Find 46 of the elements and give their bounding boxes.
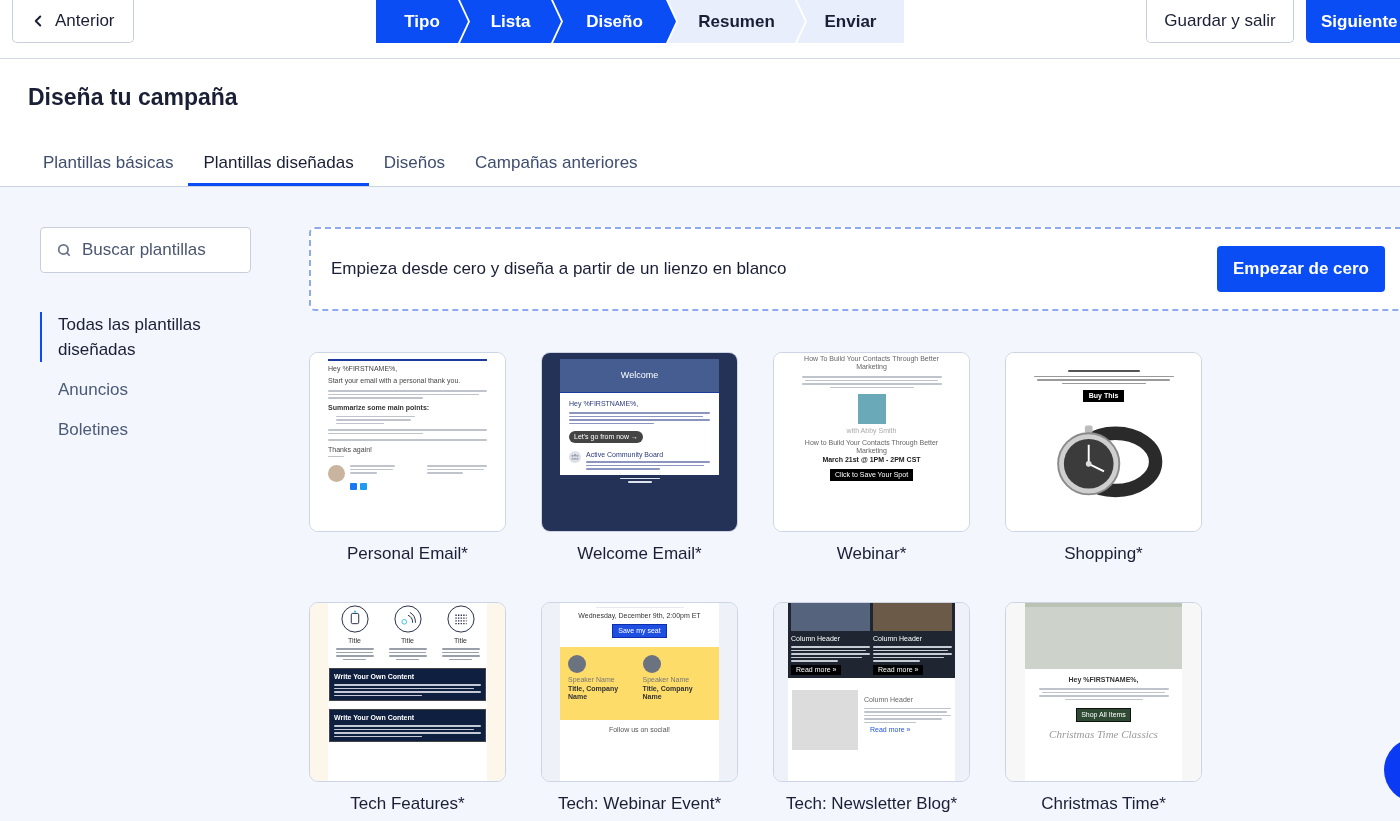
text-lines-drawing (388, 648, 427, 660)
signal-icon (393, 605, 422, 633)
wizard-step[interactable]: Resumen (668, 0, 805, 43)
banner-text: Empieza desde cero y diseña a partir de un lienzo en blanco (331, 258, 787, 281)
tab[interactable]: Campañas anteriores (460, 140, 653, 186)
start-from-scratch-button[interactable]: Empezar de cero (1216, 246, 1385, 292)
wizard-step[interactable]: Enviar (797, 0, 904, 43)
search-field[interactable]: Buscar plantillas (40, 227, 251, 273)
save-and-exit-button[interactable]: Guardar y salir (1146, 0, 1294, 43)
tab[interactable]: Plantillas básicas (28, 140, 189, 186)
search-icon (57, 243, 71, 257)
template-name: Tech: Newsletter Blog* (786, 793, 957, 815)
people-icon (569, 451, 581, 463)
text-lines-drawing (350, 465, 395, 474)
photo-placeholder (792, 689, 858, 750)
template-name: Tech Features* (350, 793, 465, 815)
page-title: Diseña tu campaña (27, 83, 239, 111)
tab[interactable]: Diseños (368, 140, 461, 186)
template-name: Personal Email* (347, 543, 468, 565)
avatar-placeholder (328, 465, 345, 482)
template-name: Webinar* (836, 543, 907, 565)
category-item[interactable]: Todas las plantillas diseñadas (40, 312, 251, 362)
device-icon (340, 605, 369, 633)
photo-placeholder (857, 394, 886, 424)
text-lines-drawing (335, 648, 374, 660)
wizard-step[interactable]: Lista (460, 0, 561, 43)
next-button[interactable]: Siguiente (1306, 0, 1400, 43)
wizard-step[interactable]: Diseño (553, 0, 676, 43)
text-lines-drawing (328, 455, 344, 457)
wizard-step[interactable]: Tipo (376, 0, 468, 43)
template-name: Welcome Email* (577, 543, 702, 565)
text-lines-drawing (427, 465, 487, 474)
back-label: Anterior (55, 10, 115, 33)
text-lines-drawing (619, 477, 660, 483)
preview-signature: Christmas Time Classics (1049, 728, 1158, 741)
text-lines-drawing (441, 648, 480, 660)
template-name: Christmas Time* (1041, 793, 1166, 815)
back-button[interactable]: Anterior (12, 0, 134, 43)
category-item[interactable]: Boletines (40, 417, 251, 442)
avatar-placeholder (568, 655, 586, 673)
category-item[interactable]: Anuncios (40, 377, 251, 402)
preview-heading: Welcome (620, 368, 659, 382)
template-name: Tech: Webinar Event* (557, 793, 722, 815)
keypad-icon (446, 605, 475, 633)
avatar-placeholder (642, 655, 661, 673)
template-name: Shopping* (1064, 543, 1143, 565)
